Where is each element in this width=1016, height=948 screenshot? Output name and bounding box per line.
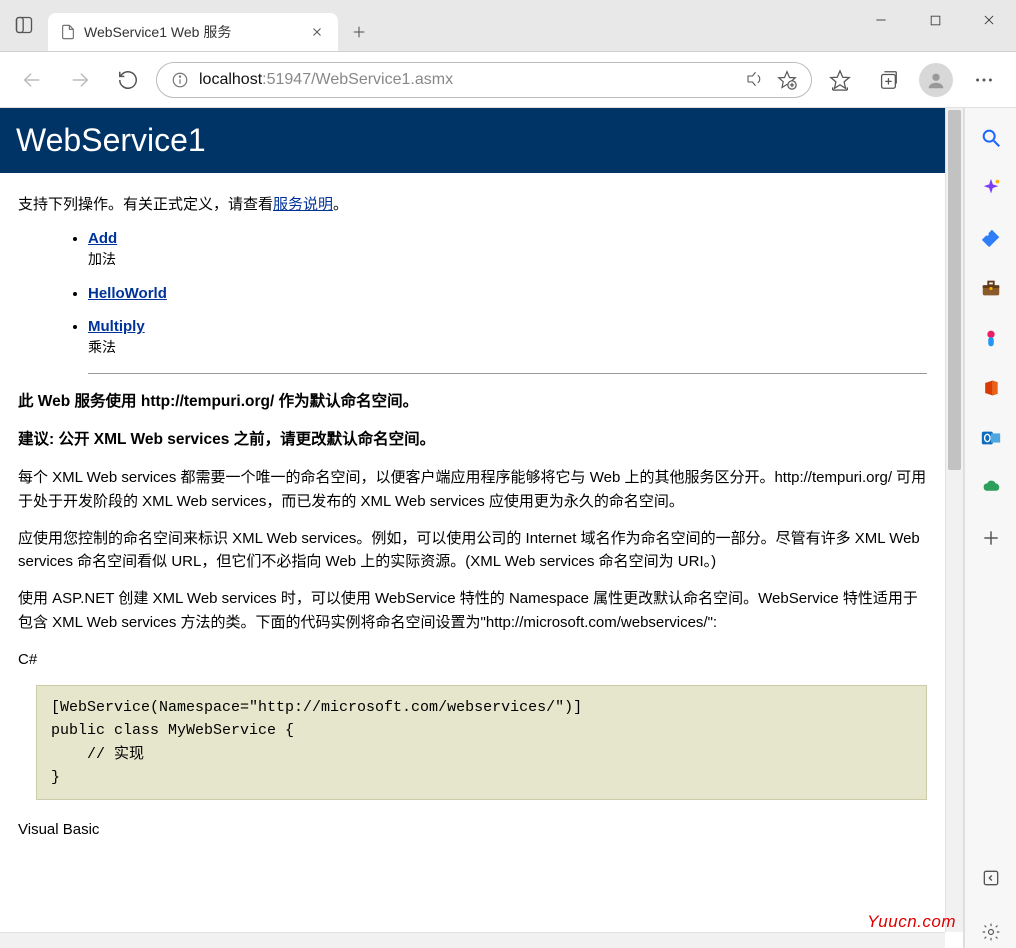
operation-desc: 乘法 <box>88 337 927 357</box>
maximize-button[interactable] <box>908 0 962 40</box>
csharp-label: C# <box>18 648 927 671</box>
workspace: WebService1 支持下列操作。有关正式定义，请查看服务说明。 Add 加… <box>0 108 1016 948</box>
csharp-code-block: [WebService(Namespace="http://microsoft.… <box>36 685 927 800</box>
shopping-sidebar-icon[interactable] <box>979 226 1003 250</box>
favorites-button[interactable] <box>820 60 860 100</box>
onedrive-sidebar-icon[interactable] <box>979 476 1003 500</box>
operations-list: Add 加法 HelloWorld Multiply 乘法 <box>88 230 927 357</box>
add-sidebar-icon[interactable] <box>979 526 1003 550</box>
list-item: Add 加法 <box>88 230 927 269</box>
vertical-scrollbar[interactable] <box>945 108 963 932</box>
profile-button[interactable] <box>916 60 956 100</box>
paragraph: 使用 ASP.NET 创建 XML Web services 时，可以使用 We… <box>18 587 927 634</box>
collections-button[interactable] <box>868 60 908 100</box>
browser-toolbar: localhost:51947/WebService1.asmx <box>0 52 1016 108</box>
advice-line: 建议: 公开 XML Web services 之前，请更改默认命名空间。 <box>18 428 927 452</box>
browser-tab[interactable]: WebService1 Web 服务 <box>48 13 338 51</box>
address-bar[interactable]: localhost:51947/WebService1.asmx <box>156 62 812 98</box>
window-titlebar: WebService1 Web 服务 <box>0 0 1016 52</box>
divider <box>88 373 927 374</box>
page-viewport: WebService1 支持下列操作。有关正式定义，请查看服务说明。 Add 加… <box>0 108 964 948</box>
close-tab-icon[interactable] <box>308 26 326 38</box>
forward-button[interactable] <box>60 60 100 100</box>
read-aloud-icon[interactable] <box>745 70 763 90</box>
refresh-button[interactable] <box>108 60 148 100</box>
horizontal-scrollbar[interactable] <box>0 932 945 948</box>
list-item: HelloWorld <box>88 285 927 302</box>
page-content: WebService1 支持下列操作。有关正式定义，请查看服务说明。 Add 加… <box>0 108 945 932</box>
tab-title: WebService1 Web 服务 <box>84 22 300 42</box>
discover-sidebar-icon[interactable] <box>979 176 1003 200</box>
office-sidebar-icon[interactable] <box>979 376 1003 400</box>
document-icon <box>60 24 76 40</box>
url-text: localhost:51947/WebService1.asmx <box>199 71 735 89</box>
minimize-button[interactable] <box>854 0 908 40</box>
page-title: WebService1 <box>0 108 945 173</box>
new-tab-button[interactable] <box>338 13 380 51</box>
service-description-link[interactable]: 服务说明 <box>273 196 333 213</box>
scrollbar-thumb[interactable] <box>948 110 961 470</box>
window-controls <box>854 0 1016 40</box>
operation-link-helloworld[interactable]: HelloWorld <box>88 285 167 302</box>
collapse-sidebar-icon[interactable] <box>979 866 1003 890</box>
close-window-button[interactable] <box>962 0 1016 40</box>
add-favorite-icon[interactable] <box>777 70 797 90</box>
games-sidebar-icon[interactable] <box>979 326 1003 350</box>
operation-desc: 加法 <box>88 249 927 269</box>
paragraph: 应使用您控制的命名空间来标识 XML Web services。例如，可以使用公… <box>18 527 927 574</box>
site-info-icon[interactable] <box>171 71 189 89</box>
tools-sidebar-icon[interactable] <box>979 276 1003 300</box>
paragraph: 每个 XML Web services 都需要一个唯一的命名空间，以便客户端应用… <box>18 466 927 513</box>
more-button[interactable] <box>964 60 1004 100</box>
settings-sidebar-icon[interactable] <box>979 920 1003 944</box>
back-button[interactable] <box>12 60 52 100</box>
operation-link-multiply[interactable]: Multiply <box>88 318 145 335</box>
workspaces-icon[interactable] <box>0 0 48 51</box>
edge-sidebar <box>964 108 1016 948</box>
vb-label: Visual Basic <box>18 818 927 841</box>
intro-line: 支持下列操作。有关正式定义，请查看服务说明。 <box>18 193 927 216</box>
search-sidebar-icon[interactable] <box>979 126 1003 150</box>
namespace-line: 此 Web 服务使用 http://tempuri.org/ 作为默认命名空间。 <box>18 390 927 414</box>
list-item: Multiply 乘法 <box>88 318 927 357</box>
operation-link-add[interactable]: Add <box>88 230 117 247</box>
outlook-sidebar-icon[interactable] <box>979 426 1003 450</box>
